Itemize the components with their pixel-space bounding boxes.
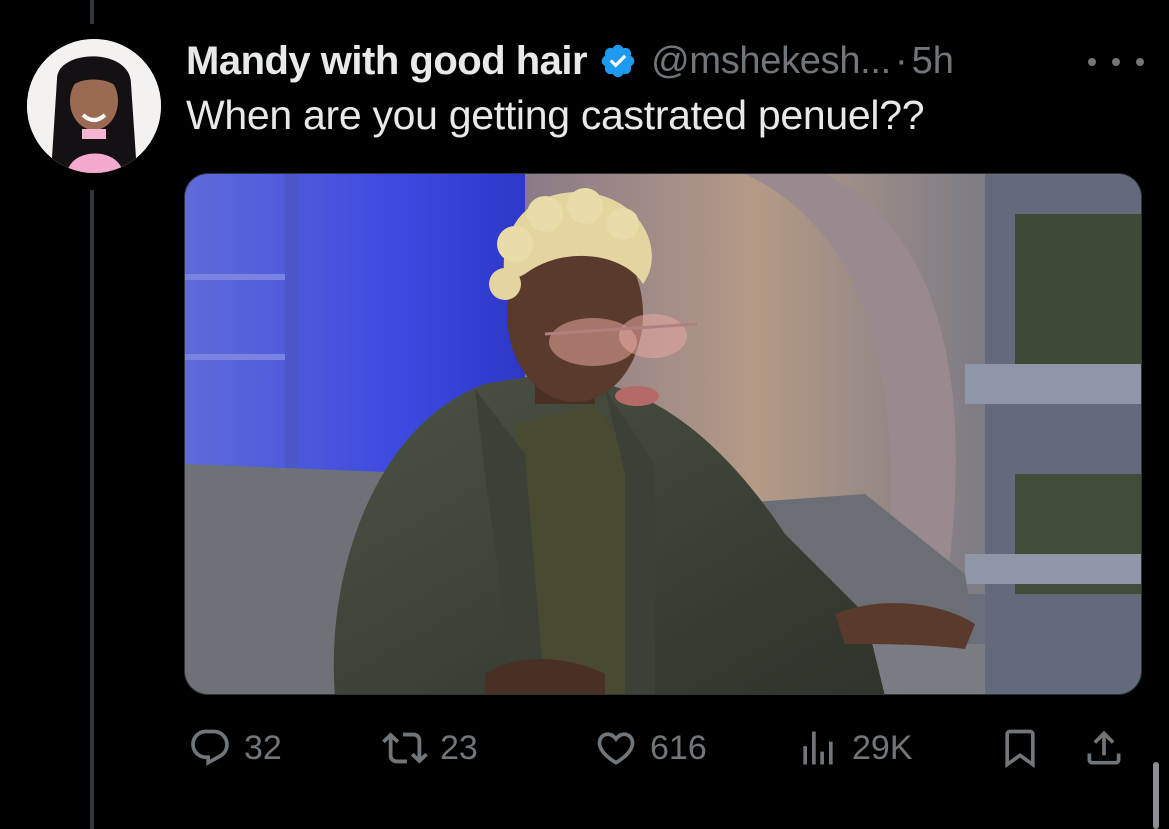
repost-arrows-icon (382, 725, 428, 771)
more-dot (1136, 58, 1144, 66)
speech-bubble-icon (188, 726, 232, 770)
header-separator: · (894, 39, 908, 82)
more-dot (1088, 58, 1096, 66)
like-button[interactable]: 616 (594, 720, 707, 776)
share-icon (1082, 726, 1126, 770)
repost-count: 23 (440, 728, 478, 767)
more-dot (1112, 58, 1120, 66)
tweet-text: When are you getting castrated penuel?? (186, 92, 925, 138)
reply-count: 32 (244, 728, 282, 767)
views-count: 29K (852, 728, 913, 767)
scrollbar[interactable] (1153, 762, 1159, 829)
more-options-icon[interactable] (1088, 44, 1144, 80)
reply-button[interactable]: 32 (188, 720, 282, 776)
bookmark-icon (998, 726, 1042, 770)
tweet-action-bar: 32 23 616 29K (186, 720, 1146, 776)
tweet-header: Mandy with good hair @mshekesh... · 5h (186, 36, 954, 86)
like-count: 616 (650, 728, 707, 767)
thread-line-bottom (90, 190, 94, 829)
timestamp[interactable]: 5h (912, 40, 954, 83)
verified-badge-icon (599, 42, 637, 80)
avatar[interactable] (27, 39, 161, 173)
repost-button[interactable]: 23 (382, 720, 478, 776)
share-button[interactable] (1082, 720, 1126, 776)
author-handle[interactable]: @mshekesh... (651, 40, 891, 83)
thread-line-top (90, 0, 94, 24)
tweet-media-photo[interactable] (184, 173, 1142, 695)
author-name[interactable]: Mandy with good hair (186, 39, 588, 84)
heart-icon (594, 726, 638, 770)
bookmark-button[interactable] (998, 720, 1042, 776)
views-button[interactable]: 29K (796, 720, 913, 776)
bar-chart-icon (796, 726, 840, 770)
